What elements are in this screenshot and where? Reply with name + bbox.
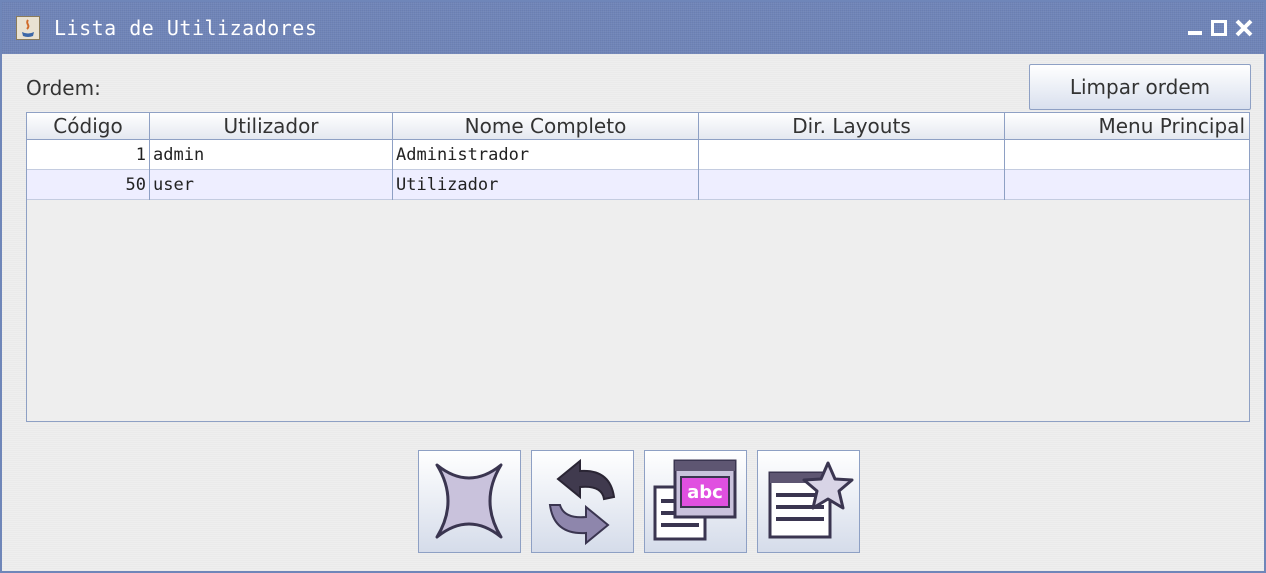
column-header-dir-layouts[interactable]: Dir. Layouts xyxy=(699,113,1005,139)
column-header-menu-principal[interactable]: Menu Principal xyxy=(1005,113,1249,139)
delete-button[interactable] xyxy=(418,450,521,553)
window-title: Lista de Utilizadores xyxy=(54,16,318,40)
minimize-icon[interactable] xyxy=(1185,18,1205,38)
java-app-icon[interactable] xyxy=(16,16,40,40)
rename-icon-text: abc xyxy=(687,482,723,503)
close-x-icon xyxy=(435,463,503,539)
table-row[interactable]: 50 user Utilizador xyxy=(27,170,1249,200)
close-icon[interactable] xyxy=(1234,18,1254,38)
title-bar[interactable]: Lista de Utilizadores xyxy=(2,2,1264,54)
cell-codigo: 50 xyxy=(27,170,150,200)
table-header: Código Utilizador Nome Completo Dir. Lay… xyxy=(27,113,1249,140)
favorite-button[interactable] xyxy=(757,450,860,553)
order-label: Ordem: xyxy=(26,76,101,100)
clear-order-button[interactable]: Limpar ordem xyxy=(1029,64,1251,110)
app-window: Lista de Utilizadores Ordem: Limpar orde… xyxy=(0,0,1266,573)
cell-nome-completo: Administrador xyxy=(393,140,699,170)
cell-menu-principal xyxy=(1005,140,1249,170)
cell-dir-layouts xyxy=(699,140,1005,170)
maximize-icon[interactable] xyxy=(1209,18,1229,38)
favorite-list-icon xyxy=(768,461,854,539)
users-table[interactable]: Código Utilizador Nome Completo Dir. Lay… xyxy=(26,112,1250,422)
column-header-codigo[interactable]: Código xyxy=(27,113,150,139)
cell-utilizador: user xyxy=(150,170,393,200)
column-header-utilizador[interactable]: Utilizador xyxy=(150,113,393,139)
column-header-nome-completo[interactable]: Nome Completo xyxy=(393,113,699,139)
cell-utilizador: admin xyxy=(150,140,393,170)
cell-nome-completo: Utilizador xyxy=(393,170,699,200)
rename-text-icon: abc xyxy=(653,459,737,541)
cell-dir-layouts xyxy=(699,170,1005,200)
rename-button[interactable]: abc xyxy=(644,450,747,553)
table-row[interactable]: 1 admin Administrador xyxy=(27,140,1249,170)
content-panel: Ordem: Limpar ordem Código Utilizador No… xyxy=(2,54,1264,571)
refresh-button[interactable] xyxy=(531,450,634,553)
refresh-icon xyxy=(548,458,616,546)
cell-menu-principal xyxy=(1005,170,1249,200)
cell-codigo: 1 xyxy=(27,140,150,170)
